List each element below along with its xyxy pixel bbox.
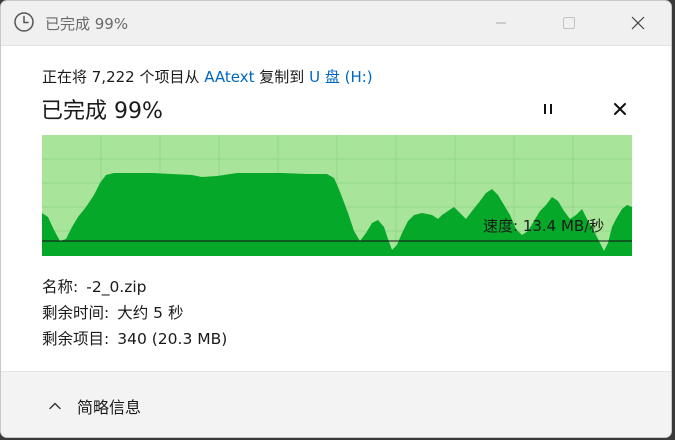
minimize-icon [496, 22, 506, 24]
pause-button[interactable] [536, 97, 560, 121]
detail-name: 名称: -2_0.zip [42, 275, 147, 297]
fewer-details-label: 简略信息 [77, 398, 142, 417]
detail-name-label: 名称: [42, 278, 79, 296]
maximize-icon [563, 17, 575, 29]
cancel-button[interactable] [608, 97, 632, 121]
title-bar[interactable]: 已完成 99% [1, 1, 671, 46]
detail-items-value: 340 (20.3 MB) [117, 330, 228, 348]
destination-link[interactable]: U 盘 (H:) [309, 68, 373, 86]
maximize-button[interactable] [546, 1, 592, 45]
copy-prefix: 正在将 7,222 个项目从 [42, 68, 205, 86]
detail-time-remaining: 剩余时间: 大约 5 秒 [42, 301, 183, 323]
detail-items-remaining: 剩余项目: 340 (20.3 MB) [42, 327, 227, 349]
copy-description: 正在将 7,222 个项目从 AAtext 复制到 U 盘 (H:) [42, 66, 373, 87]
fewer-details-toggle[interactable]: 简略信息 [47, 394, 141, 418]
detail-time-value: 大约 5 秒 [117, 304, 184, 322]
copy-middle: 复制到 [254, 68, 310, 86]
close-button[interactable] [615, 1, 661, 45]
window-title: 已完成 99% [45, 15, 129, 33]
pause-icon [544, 104, 552, 114]
cancel-icon [614, 103, 626, 115]
source-link[interactable]: AAtext [204, 68, 254, 86]
detail-name-value: -2_0.zip [86, 278, 147, 296]
detail-time-label: 剩余时间: [42, 304, 110, 322]
close-icon [631, 16, 645, 30]
minimize-button[interactable] [478, 1, 524, 45]
transfer-speed-graph [42, 135, 632, 256]
footer: 简略信息 [1, 371, 671, 437]
chevron-up-icon [49, 402, 61, 410]
clock-icon [14, 12, 34, 32]
detail-items-label: 剩余项目: [42, 330, 110, 348]
copy-progress-window: 已完成 99% 正在将 7,222 个项目从 AAtext 复制到 U 盘 (H… [0, 0, 672, 438]
speed-label: 速度: 13.4 MB/秒 [483, 217, 605, 235]
progress-heading: 已完成 99% [41, 99, 163, 124]
